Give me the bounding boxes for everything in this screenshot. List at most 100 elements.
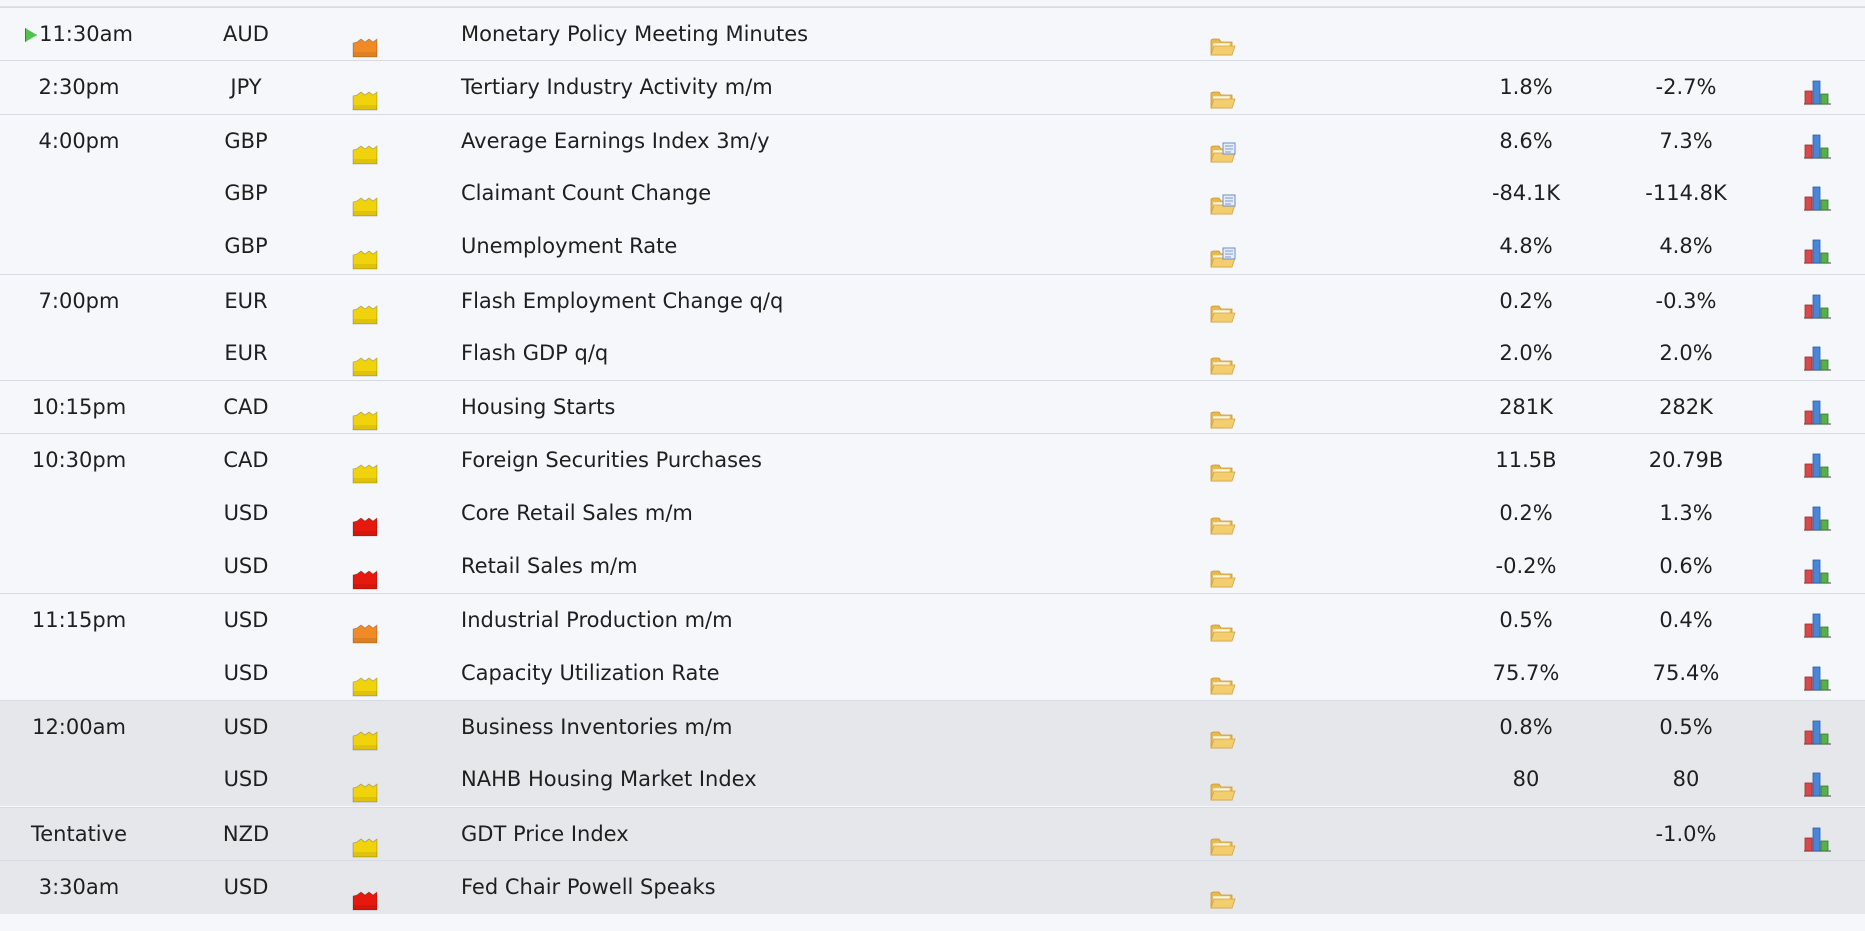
table-row[interactable]: USD Capacity Utilization Rate 75.7% 75.4% xyxy=(0,647,1865,700)
impact-folder-icon[interactable] xyxy=(352,825,378,857)
bar-chart-icon[interactable] xyxy=(1802,659,1832,691)
event-title[interactable]: Capacity Utilization Rate xyxy=(461,647,720,700)
table-row[interactable]: 10:15pm CAD Housing Starts 281K 282K xyxy=(0,380,1865,434)
bar-chart-icon[interactable] xyxy=(1802,499,1832,531)
detail-folder-icon[interactable] xyxy=(1210,503,1236,535)
bar-chart-icon[interactable] xyxy=(1802,339,1832,371)
detail-folder-icon[interactable] xyxy=(1210,610,1236,642)
event-title[interactable]: GDT Price Index xyxy=(461,808,629,861)
event-title[interactable]: Claimant Count Change xyxy=(461,167,711,220)
bar-chart-icon[interactable] xyxy=(1802,232,1832,264)
bar-chart-icon[interactable] xyxy=(1802,820,1832,852)
event-currency: USD xyxy=(223,554,269,578)
event-title[interactable]: Industrial Production m/m xyxy=(461,594,733,647)
event-currency: NZD xyxy=(222,821,270,846)
detail-folder-icon[interactable] xyxy=(1210,291,1236,322)
impact-folder-icon[interactable] xyxy=(352,664,378,696)
table-row[interactable]: USD NAHB Housing Market Index 80 80 xyxy=(0,753,1865,807)
table-row[interactable]: GBP Unemployment Rate 4.8% 4.8% xyxy=(0,220,1865,273)
event-title[interactable]: NAHB Housing Market Index xyxy=(461,753,757,806)
event-currency: USD xyxy=(223,767,269,792)
table-row[interactable]: 11:15pm USD Industrial Production m/m 0.5% 0… xyxy=(0,593,1865,647)
table-row[interactable]: USD Core Retail Sales m/m 0.2% 1.3% xyxy=(0,487,1865,540)
event-actual: -84.1K xyxy=(1491,180,1561,205)
impact-folder-icon[interactable] xyxy=(352,504,378,537)
impact-folder-icon[interactable] xyxy=(352,611,378,644)
bar-chart-icon[interactable] xyxy=(1802,179,1832,211)
event-forecast: 75.4% xyxy=(1652,660,1720,685)
event-title[interactable]: Average Earnings Index 3m/y xyxy=(461,115,770,168)
detail-folder-revised-icon[interactable] xyxy=(1210,131,1236,162)
event-title[interactable]: Unemployment Rate xyxy=(461,220,677,273)
table-row[interactable]: EUR Flash GDP q/q 2.0% 2.0% xyxy=(0,327,1865,380)
event-title[interactable]: Business Inventories m/m xyxy=(461,701,733,754)
impact-folder-icon[interactable] xyxy=(352,78,378,111)
event-time-label: 7:00pm xyxy=(38,288,120,313)
event-title[interactable]: Housing Starts xyxy=(461,381,615,434)
detail-folder-icon[interactable] xyxy=(1210,663,1236,694)
detail-folder-icon[interactable] xyxy=(1210,77,1236,109)
event-actual xyxy=(1468,808,1584,861)
table-row[interactable]: 4:00pm GBP Average Earnings Index 3m/y 8.6%… xyxy=(0,113,1865,168)
event-currency: GBP xyxy=(224,234,268,259)
table-row[interactable]: 3:30am USD Fed Chair Powell Speaks xyxy=(0,859,1865,914)
event-currency: EUR xyxy=(224,288,268,313)
bar-chart-icon[interactable] xyxy=(1802,446,1832,478)
table-row[interactable]: Tentative NZD GDT Price Index -1.0% xyxy=(0,806,1865,861)
detail-folder-icon[interactable] xyxy=(1210,769,1236,801)
event-forecast: 0.5% xyxy=(1659,714,1713,739)
impact-folder-icon[interactable] xyxy=(352,237,378,270)
bar-chart-icon[interactable] xyxy=(1802,127,1832,159)
impact-folder-icon[interactable] xyxy=(352,292,378,324)
detail-folder-icon[interactable] xyxy=(1210,824,1236,855)
impact-folder-icon[interactable] xyxy=(352,718,378,751)
bar-chart-icon[interactable] xyxy=(1802,73,1832,105)
impact-folder-icon[interactable] xyxy=(352,184,378,217)
detail-folder-icon[interactable] xyxy=(1210,450,1236,482)
detail-folder-icon[interactable] xyxy=(1210,556,1236,588)
impact-folder-icon[interactable] xyxy=(352,770,378,803)
impact-folder-icon[interactable] xyxy=(352,398,378,431)
table-row[interactable]: 12:00am USD Business Inventories m/m 0.8% 0.… xyxy=(0,699,1865,754)
bar-chart-icon[interactable] xyxy=(1802,606,1832,638)
event-forecast: 80 xyxy=(1672,767,1700,792)
impact-folder-icon[interactable] xyxy=(352,25,378,58)
detail-folder-icon[interactable] xyxy=(1210,717,1236,749)
event-actual: 0.2% xyxy=(1499,500,1553,525)
table-row[interactable]: 10:30pm CAD Foreign Securities Purchases 11… xyxy=(0,433,1865,487)
detail-folder-revised-icon[interactable] xyxy=(1210,236,1236,268)
event-title[interactable]: Retail Sales m/m xyxy=(461,540,638,593)
table-row[interactable]: 11:30am AUD Monetary Policy Meeting Minute… xyxy=(0,7,1865,61)
table-row[interactable]: GBP Claimant Count Change -84.1K -114.8K xyxy=(0,167,1865,220)
bar-chart-icon[interactable] xyxy=(1802,713,1832,745)
bar-chart-icon[interactable] xyxy=(1802,552,1832,584)
bar-chart-icon[interactable] xyxy=(1802,287,1832,319)
event-title[interactable]: Monetary Policy Meeting Minutes xyxy=(461,8,808,61)
table-row[interactable]: 2:30pm JPY Tertiary Industry Activity m/m 1… xyxy=(0,60,1865,114)
impact-folder-icon[interactable] xyxy=(352,132,378,164)
detail-folder-icon[interactable] xyxy=(1210,397,1236,429)
impact-folder-icon[interactable] xyxy=(352,878,378,911)
event-title[interactable]: Flash GDP q/q xyxy=(461,327,608,380)
event-title[interactable]: Fed Chair Powell Speaks xyxy=(461,861,716,914)
detail-folder-icon[interactable] xyxy=(1210,24,1236,56)
event-actual: 0.8% xyxy=(1499,714,1553,739)
detail-folder-icon[interactable] xyxy=(1210,343,1236,375)
bar-chart-icon[interactable] xyxy=(1802,393,1832,425)
event-time: 11:30am xyxy=(0,8,158,61)
table-row[interactable]: USD Retail Sales m/m -0.2% 0.6% xyxy=(0,540,1865,593)
event-title[interactable]: Flash Employment Change q/q xyxy=(461,275,783,328)
table-row[interactable]: 7:00pm EUR Flash Employment Change q/q 0.2%… xyxy=(0,273,1865,328)
impact-folder-icon[interactable] xyxy=(352,451,378,484)
event-time xyxy=(0,167,158,220)
event-title[interactable]: Tertiary Industry Activity m/m xyxy=(461,61,773,114)
detail-folder-revised-icon[interactable] xyxy=(1210,183,1236,215)
event-time: 10:15pm xyxy=(0,381,158,434)
event-title[interactable]: Foreign Securities Purchases xyxy=(461,434,762,487)
detail-folder-icon[interactable] xyxy=(1210,877,1236,909)
event-time xyxy=(0,220,158,273)
bar-chart-icon[interactable] xyxy=(1802,765,1832,797)
impact-folder-icon[interactable] xyxy=(352,557,378,590)
impact-folder-icon[interactable] xyxy=(352,344,378,377)
event-title[interactable]: Core Retail Sales m/m xyxy=(461,487,693,540)
